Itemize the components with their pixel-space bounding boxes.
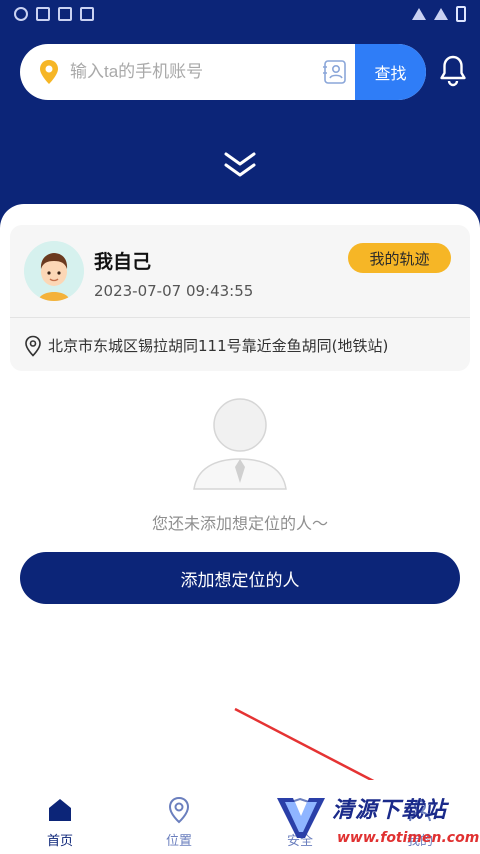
tab-home-label: 首页 (46, 834, 73, 849)
search-bar: 查找 (20, 44, 426, 100)
my-track-button[interactable]: 我的轨迹 (348, 243, 451, 273)
empty-state-message: 您还未添加想定位的人～ (151, 514, 328, 533)
location-icon (168, 796, 190, 824)
signal-icon (412, 8, 426, 20)
app-icon (80, 7, 94, 21)
status-bar (0, 0, 480, 28)
watermark-url: www.fotimen.com (337, 830, 480, 846)
tab-home[interactable]: 首页 (20, 790, 100, 850)
map-pin-icon (40, 60, 58, 84)
watermark-title: 清源下载站 (332, 798, 448, 823)
watermark: 清源下载站 www.fotimen.com (275, 792, 479, 850)
home-icon (49, 799, 71, 821)
tab-location[interactable]: 位置 (139, 790, 219, 850)
user-name: 我自己 (94, 251, 152, 273)
location-pin-icon (25, 335, 41, 357)
double-chevron-down-icon[interactable] (222, 150, 258, 180)
bell-icon[interactable] (438, 54, 468, 88)
divider (10, 317, 470, 318)
current-address: 北京市东城区锡拉胡同111号靠近金鱼胡同(地铁站) (48, 337, 389, 355)
last-update-time: 2023-07-07 09:43:55 (94, 282, 254, 300)
contacts-icon[interactable] (322, 59, 348, 85)
avatar (24, 241, 84, 301)
battery-icon (456, 6, 466, 22)
boy-avatar-icon (24, 241, 84, 301)
watermark-logo-icon (277, 798, 325, 838)
phone-search-input[interactable] (70, 58, 310, 86)
search-button[interactable]: 查找 (355, 44, 426, 100)
add-person-button[interactable]: 添加想定位的人 (20, 552, 460, 604)
notification-icon (14, 7, 28, 21)
app-icon (36, 7, 50, 21)
wifi-icon (434, 8, 448, 20)
empty-person-illustration (193, 398, 287, 490)
self-location-card[interactable]: 我自己 2023-07-07 09:43:55 我的轨迹 北京市东城区锡拉胡同1… (10, 225, 470, 371)
app-icon (58, 7, 72, 21)
tab-location-label: 位置 (165, 834, 192, 849)
